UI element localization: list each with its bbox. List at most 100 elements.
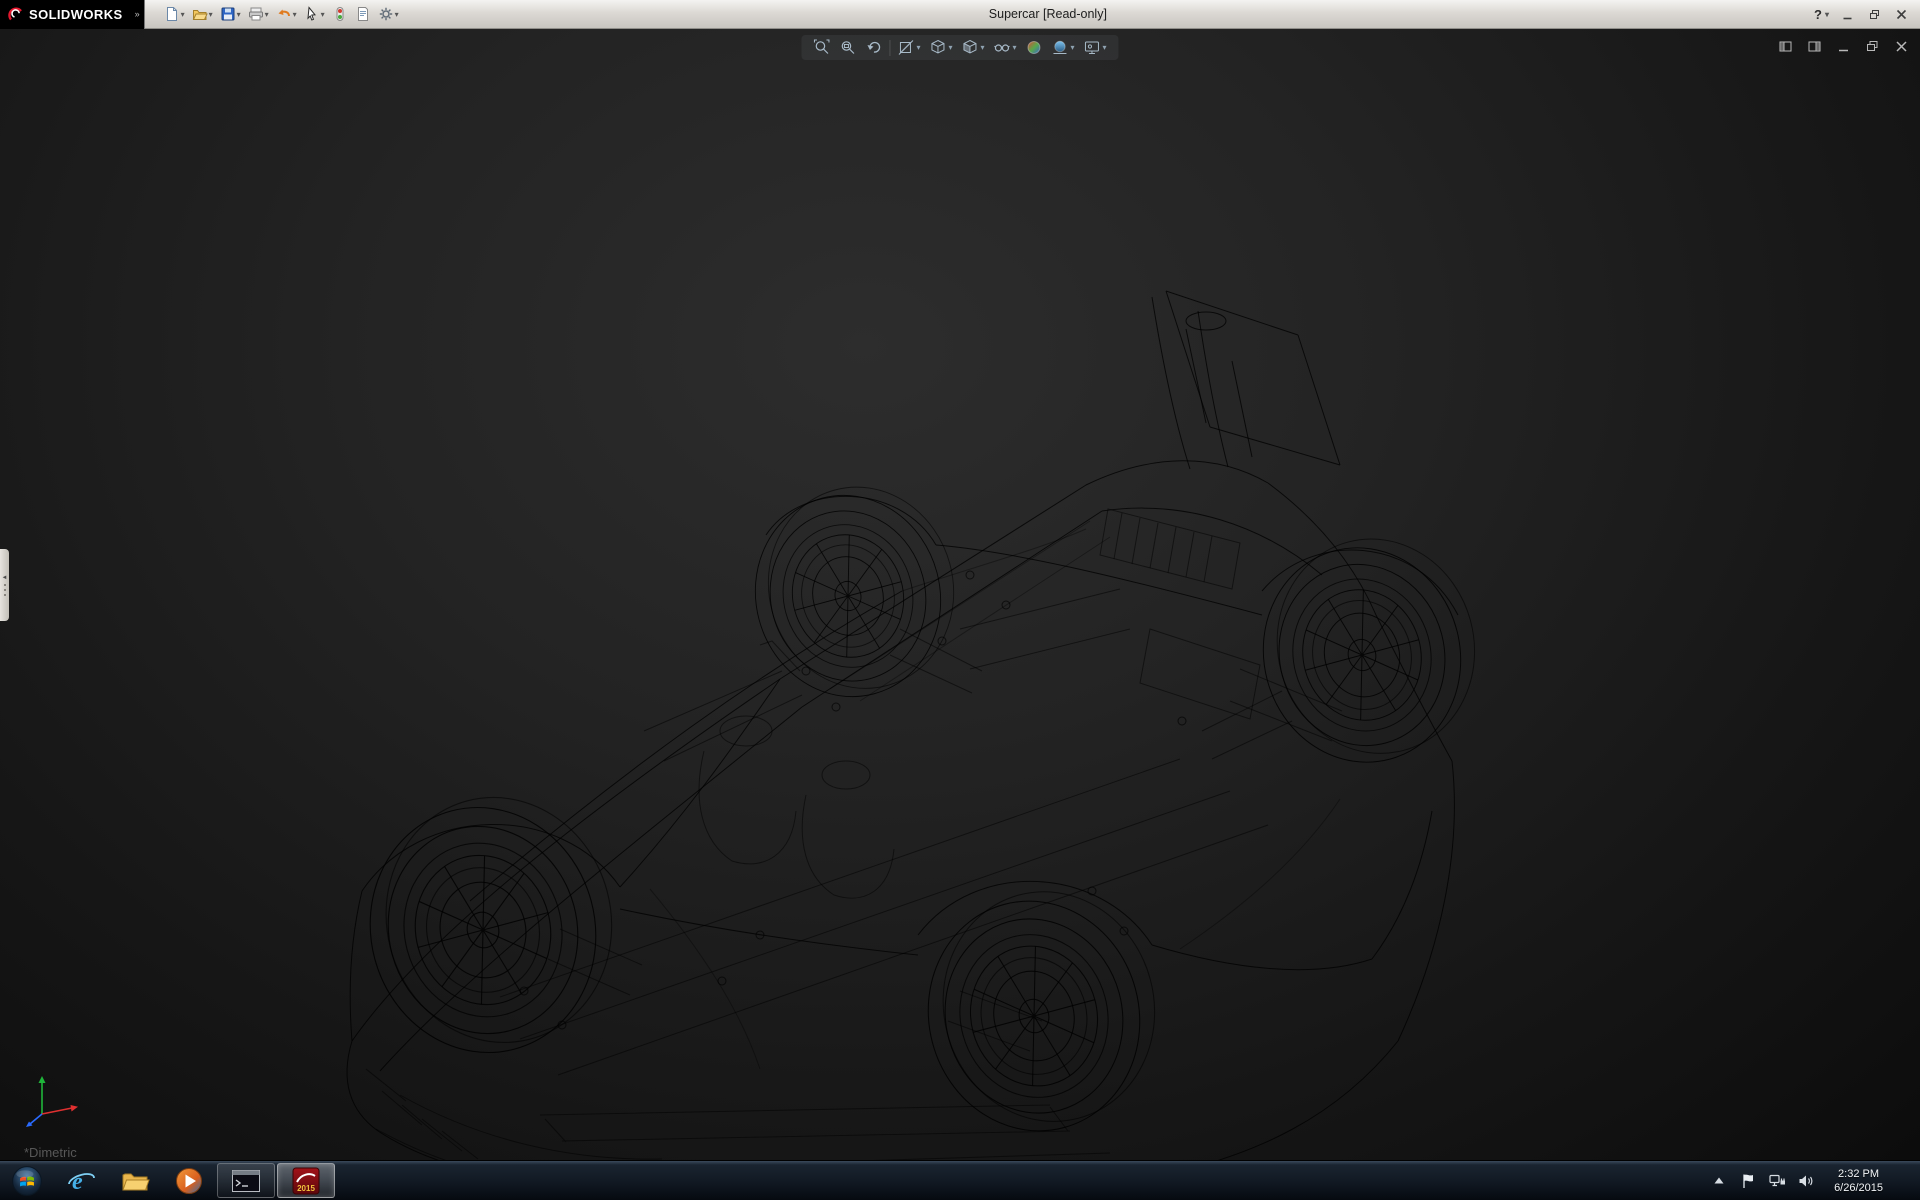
feature-pane-icon [1779, 40, 1792, 53]
file-properties-button[interactable] [352, 2, 374, 26]
doc-close-icon [1895, 40, 1908, 53]
new-document-icon [164, 6, 180, 22]
doc-minimize-icon [1837, 40, 1850, 53]
doc-close-button[interactable] [1892, 37, 1910, 55]
display-style-icon [961, 39, 978, 56]
undo-arrow-icon [276, 6, 292, 22]
svg-text:e: e [72, 1169, 83, 1195]
apply-scene-caret: ▾ [1071, 43, 1075, 52]
zoom-to-fit-button[interactable] [811, 38, 832, 57]
section-view-caret: ▾ [916, 43, 920, 52]
standard-toolbar: ▾ ▾ ▾ ▾ [161, 2, 402, 26]
car-wireframe-model [0, 29, 1920, 1160]
app-close-button[interactable] [1892, 5, 1910, 23]
splitter-dot [4, 584, 6, 586]
undo-button[interactable]: ▾ [273, 2, 300, 26]
options-button[interactable]: ▾ [375, 2, 402, 26]
taskbar-clock[interactable]: 2:32 PM 6/26/2015 [1826, 1167, 1891, 1195]
options-dropdown-caret: ▾ [395, 10, 399, 19]
app-restore-button[interactable] [1865, 5, 1883, 23]
new-button[interactable]: ▾ [161, 2, 188, 26]
volume-tray-button[interactable] [1797, 1169, 1815, 1193]
new-dropdown-caret: ▾ [181, 10, 185, 19]
apply-scene-button[interactable]: ▾ [1050, 38, 1077, 57]
print-dropdown-caret: ▾ [265, 10, 269, 19]
view-orientation-label: *Dimetric [24, 1145, 77, 1160]
feature-pane-toggle-button[interactable] [1776, 37, 1794, 55]
orientation-triad [24, 1066, 88, 1128]
display-style-caret: ▾ [980, 43, 984, 52]
file-properties-icon [355, 6, 371, 22]
undo-dropdown-caret: ▾ [293, 10, 297, 19]
open-button[interactable]: ▾ [189, 2, 216, 26]
section-view-button[interactable]: ▾ [895, 38, 922, 57]
view-settings-icon [1084, 39, 1101, 56]
help-label: ? [1814, 7, 1822, 22]
rebuild-button[interactable] [329, 2, 351, 26]
windows-start-orb-icon [11, 1165, 43, 1197]
brand-text: SOLIDWORKS [29, 7, 123, 22]
view-settings-caret: ▾ [1103, 43, 1107, 52]
zoom-to-area-icon [839, 39, 856, 56]
folder-icon [120, 1166, 150, 1196]
hide-show-glasses-icon [994, 39, 1011, 56]
save-button[interactable]: ▾ [217, 2, 244, 26]
document-title: Supercar [Read-only] [402, 7, 1814, 21]
minimize-icon [1842, 9, 1853, 20]
network-tray-button[interactable] [1768, 1169, 1786, 1193]
edit-appearance-button[interactable] [1024, 38, 1045, 57]
doc-minimize-button[interactable] [1834, 37, 1852, 55]
solidworks-taskbar-button[interactable]: 2015 [277, 1163, 335, 1198]
start-button[interactable] [0, 1161, 54, 1200]
previous-view-button[interactable] [863, 38, 884, 57]
show-hidden-icons-button[interactable] [1710, 1169, 1728, 1193]
hide-show-caret: ▾ [1013, 43, 1017, 52]
options-gear-icon [378, 6, 394, 22]
view-settings-button[interactable]: ▾ [1082, 38, 1109, 57]
graphics-area[interactable]: ▾ ▾ ▾ [0, 29, 1920, 1160]
windows-taskbar: e [0, 1160, 1920, 1200]
command-prompt-icon [232, 1170, 260, 1192]
select-cursor-icon [304, 6, 320, 22]
print-icon [248, 6, 264, 22]
action-center-button[interactable] [1739, 1169, 1757, 1193]
windows-explorer-button[interactable] [109, 1163, 161, 1198]
media-player-icon [174, 1166, 204, 1196]
zoom-to-area-button[interactable] [837, 38, 858, 57]
zoom-to-fit-icon [813, 39, 830, 56]
doc-restore-icon [1866, 40, 1879, 53]
display-pane-icon [1808, 40, 1821, 53]
section-view-icon [897, 39, 914, 56]
command-prompt-button[interactable] [217, 1163, 275, 1198]
internet-explorer-button[interactable]: e [55, 1163, 107, 1198]
app-minimize-button[interactable] [1838, 5, 1856, 23]
splitter-arrow-icon: ◄ [2, 575, 8, 581]
print-button[interactable]: ▾ [245, 2, 272, 26]
media-player-button[interactable] [163, 1163, 215, 1198]
action-center-flag-icon [1741, 1173, 1756, 1189]
help-button[interactable]: ? ▾ [1814, 7, 1829, 22]
solidworks-logo-icon [6, 5, 24, 23]
display-style-button[interactable]: ▾ [959, 38, 986, 57]
solidworks-window: SOLIDWORKS » ▾ ▾ ▾ [0, 0, 1920, 1200]
speaker-icon [1798, 1174, 1814, 1188]
select-button[interactable]: ▾ [301, 2, 328, 26]
solidworks-2015-icon: 2015 [292, 1167, 320, 1195]
heads-up-view-toolbar: ▾ ▾ ▾ [801, 35, 1118, 60]
solidworks-version-badge: 2015 [297, 1184, 315, 1193]
feature-manager-splitter-handle[interactable]: ◄ [0, 549, 9, 621]
hide-show-items-button[interactable]: ▾ [992, 38, 1019, 57]
solidworks-menu-logo[interactable]: SOLIDWORKS [0, 0, 131, 29]
clock-time: 2:32 PM [1838, 1167, 1879, 1181]
doc-restore-button[interactable] [1863, 37, 1881, 55]
splitter-dot [4, 594, 6, 596]
apply-scene-icon [1052, 39, 1069, 56]
menu-expand-arrow[interactable]: » [131, 0, 145, 29]
help-dropdown-caret: ▾ [1825, 10, 1829, 19]
titlebar-controls: ? ▾ [1814, 5, 1920, 23]
view-orientation-button[interactable]: ▾ [927, 38, 954, 57]
internet-explorer-icon: e [66, 1166, 96, 1196]
open-folder-icon [192, 6, 208, 22]
hud-separator [889, 40, 890, 56]
display-pane-toggle-button[interactable] [1805, 37, 1823, 55]
